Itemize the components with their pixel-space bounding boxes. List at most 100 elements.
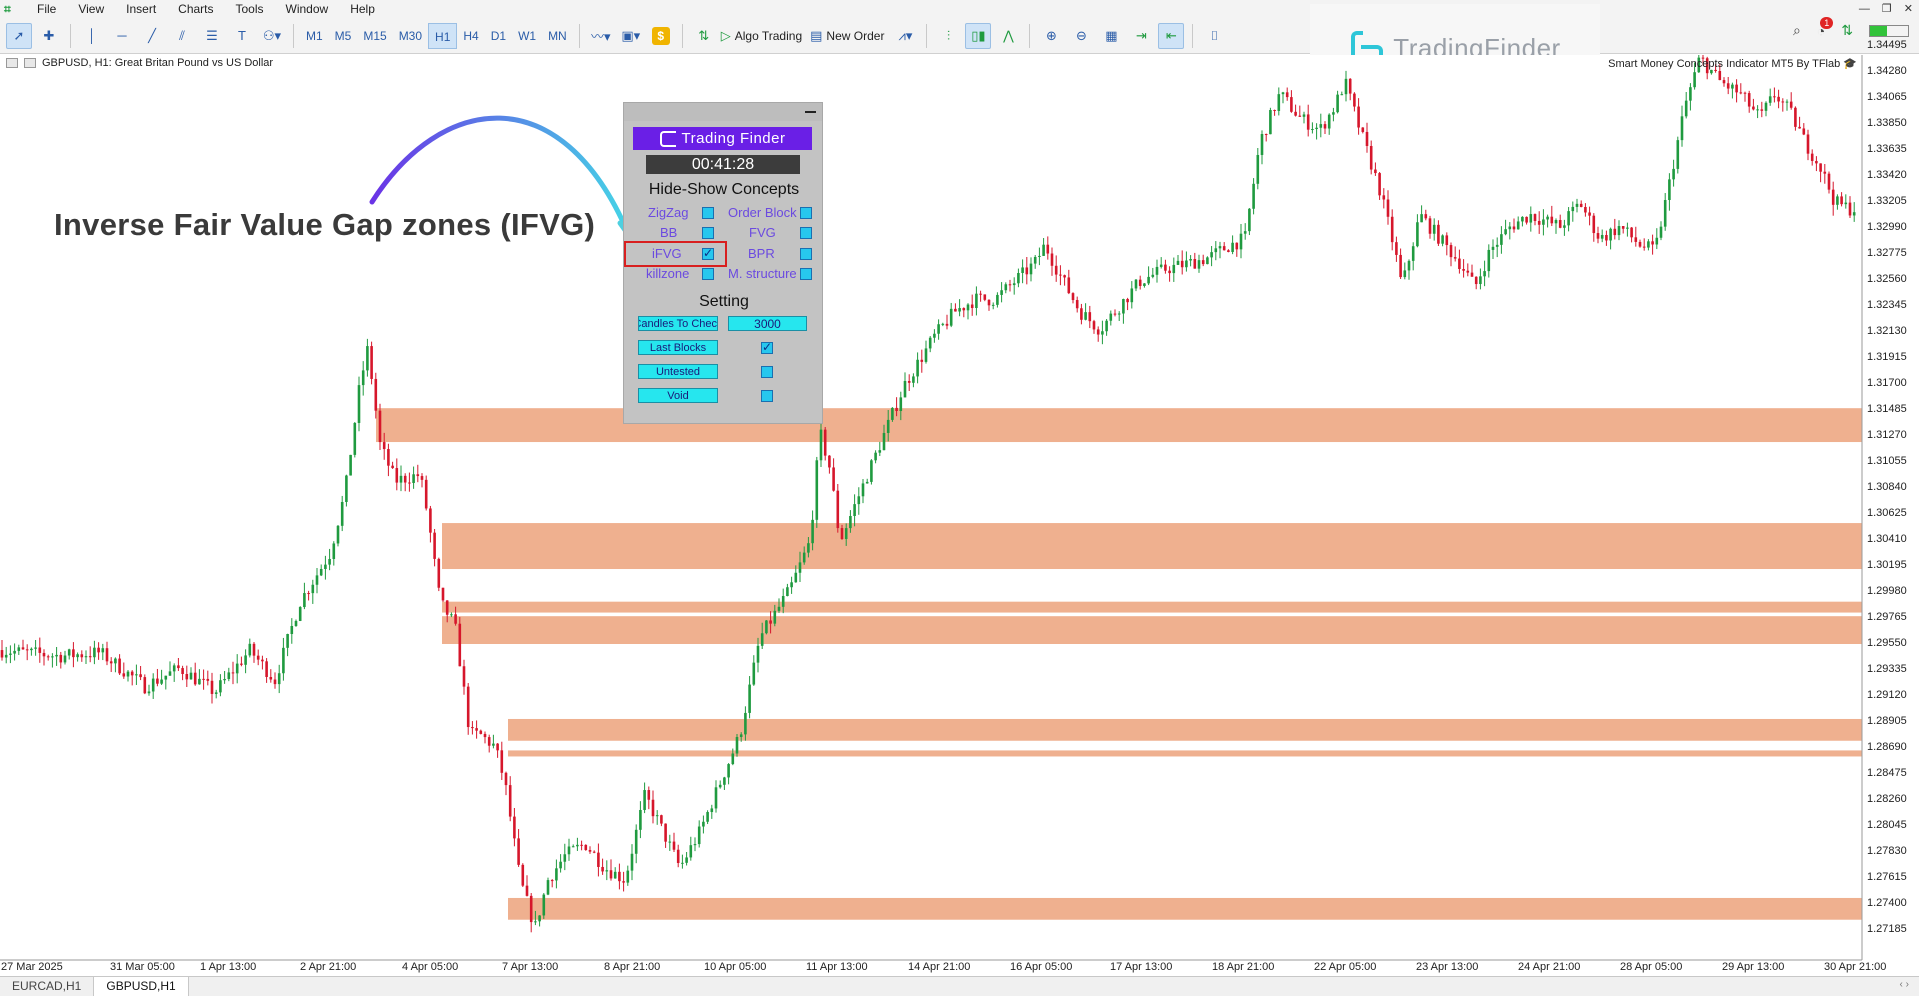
candle-body [1407, 260, 1411, 271]
grid-icon[interactable]: ▦ [1098, 23, 1124, 49]
screenshot-icon[interactable]: ⌷ [1201, 23, 1227, 49]
fibonacci-icon[interactable]: ☰ [199, 23, 225, 49]
concept-order-block-checkbox[interactable] [800, 207, 812, 219]
candle-body [928, 337, 932, 349]
new-order-button[interactable]: ▤ New Order [810, 23, 888, 49]
indicators-icon[interactable]: 〰▾ [588, 23, 614, 49]
candle-body [773, 610, 777, 624]
algo-trading-button[interactable]: ▷ Algo Trading [721, 23, 806, 49]
candle-body [1071, 293, 1075, 301]
price-axis-label: 1.29550 [1867, 637, 1907, 649]
candle-body [723, 777, 726, 785]
candle-body [693, 844, 697, 846]
templates-icon[interactable]: ▣▾ [618, 23, 644, 49]
candle-body [987, 299, 991, 306]
market-icon[interactable]: $ [648, 23, 674, 49]
chart-type-icon[interactable]: ⩘▾ [892, 23, 918, 49]
untested-checkbox[interactable] [761, 366, 773, 378]
panel-titlebar[interactable] [624, 103, 822, 121]
price-axis-label: 1.30410 [1867, 533, 1907, 545]
shapes-icon[interactable]: ⚇▾ [259, 23, 285, 49]
menu-insert[interactable]: Insert [115, 0, 167, 18]
close-icon[interactable]: ✕ [1904, 0, 1913, 18]
tab-scroll-arrows-icon[interactable]: ‹ › [1900, 979, 1909, 990]
candles-to-check-label: Candles To Check [638, 316, 718, 331]
candle-body [1714, 69, 1717, 72]
timeframe-m30[interactable]: M30 [393, 23, 428, 49]
restore-icon[interactable]: ❐ [1882, 0, 1892, 18]
concept-market-structure-checkbox[interactable] [800, 268, 812, 280]
candle-body [1752, 106, 1755, 110]
candle-body [1521, 216, 1524, 222]
zoom-out-icon[interactable]: ⊖ [1068, 23, 1094, 49]
time-axis-label: 28 Apr 05:00 [1620, 961, 1683, 973]
concept-zigzag-checkbox[interactable] [702, 207, 714, 219]
candle-body [67, 649, 71, 656]
concept-fvg-checkbox[interactable] [800, 227, 812, 239]
timeframe-m1[interactable]: M1 [300, 23, 329, 49]
timeframe-h4[interactable]: H4 [457, 23, 484, 49]
candle-body [1764, 102, 1768, 111]
menu-help[interactable]: Help [339, 0, 386, 18]
price-axis-label: 1.28475 [1867, 767, 1907, 779]
vertical-line-icon[interactable]: │ [79, 23, 105, 49]
notifications-icon[interactable]: ◔ 1 [1817, 16, 1834, 39]
chart-area[interactable]: GBPUSD, H1: Great Britan Pound vs US Dol… [0, 39, 1919, 973]
tab-eurcad-h1[interactable]: EURCAD,H1 [0, 977, 95, 996]
concept-bpr-checkbox[interactable] [800, 248, 812, 260]
candle-body [458, 623, 462, 667]
crosshair-icon[interactable]: ✚ [36, 23, 62, 49]
void-checkbox[interactable] [761, 390, 773, 402]
signals-icon[interactable]: ⇅ [1841, 22, 1853, 39]
timeframe-h1[interactable]: H1 [428, 22, 458, 49]
timeframe-m15[interactable]: M15 [357, 23, 392, 49]
menu-charts[interactable]: Charts [167, 0, 224, 18]
minimize-icon[interactable]: — [1859, 0, 1870, 18]
last-blocks-checkbox[interactable] [761, 340, 773, 354]
toolbar-divider [293, 23, 294, 48]
menu-tools[interactable]: Tools [225, 0, 275, 18]
menu-view[interactable]: View [67, 0, 115, 18]
trendline-icon[interactable]: ╱ [139, 23, 165, 49]
bar-chart-icon[interactable]: ⫶ [935, 23, 961, 49]
candle-body [958, 308, 961, 312]
menu-window[interactable]: Window [275, 0, 340, 18]
concept-killzone-checkbox[interactable] [702, 268, 714, 280]
chart-trade-icon[interactable] [24, 58, 36, 68]
concept-ifvg-checkbox[interactable] [702, 246, 714, 260]
search-icon[interactable]: ⌕ [1793, 22, 1801, 39]
channel-icon[interactable]: ⫽ [169, 23, 195, 49]
time-axis-label: 7 Apr 13:00 [502, 961, 559, 973]
strategy-tester-icon[interactable]: ⇅ [691, 23, 717, 49]
autoscroll-icon[interactable]: ⇥ [1128, 23, 1154, 49]
candle-body [1558, 220, 1562, 228]
horizontal-line-icon[interactable]: ─ [109, 23, 135, 49]
candle-body [1823, 171, 1827, 174]
timeframe-mn[interactable]: MN [542, 23, 573, 49]
tab-gbpusd-h1[interactable]: GBPUSD,H1 [94, 977, 189, 996]
candle-body [1424, 214, 1428, 219]
candle-body [1235, 242, 1239, 250]
chart-shift-icon[interactable]: ⇤ [1158, 22, 1185, 49]
line-chart-icon[interactable]: ⋀ [995, 23, 1021, 49]
candle-body [294, 620, 298, 626]
candle-body [1815, 160, 1818, 164]
candle-body [1281, 92, 1285, 95]
candles-to-check-input[interactable]: 3000 [728, 316, 807, 331]
algo-trading-label: Algo Trading [734, 28, 803, 43]
timeframe-m5[interactable]: M5 [329, 23, 358, 49]
menu-file[interactable]: File [26, 0, 67, 18]
panel-minimize-icon[interactable] [805, 111, 816, 113]
price-chart[interactable] [0, 55, 1919, 970]
chart-menu-icon[interactable] [6, 58, 18, 68]
cursor-icon[interactable]: ➚ [6, 22, 32, 49]
timeframe-w1[interactable]: W1 [512, 23, 542, 49]
candle-body [1609, 228, 1612, 241]
candle-body [420, 476, 424, 480]
zoom-in-icon[interactable]: ⊕ [1038, 23, 1064, 49]
timeframe-d1[interactable]: D1 [485, 23, 512, 49]
concept-bb-checkbox[interactable] [702, 227, 714, 239]
text-tool-icon[interactable]: T [229, 23, 255, 49]
candle-body [1571, 206, 1575, 212]
candlestick-icon[interactable]: ▯▮ [965, 22, 992, 49]
